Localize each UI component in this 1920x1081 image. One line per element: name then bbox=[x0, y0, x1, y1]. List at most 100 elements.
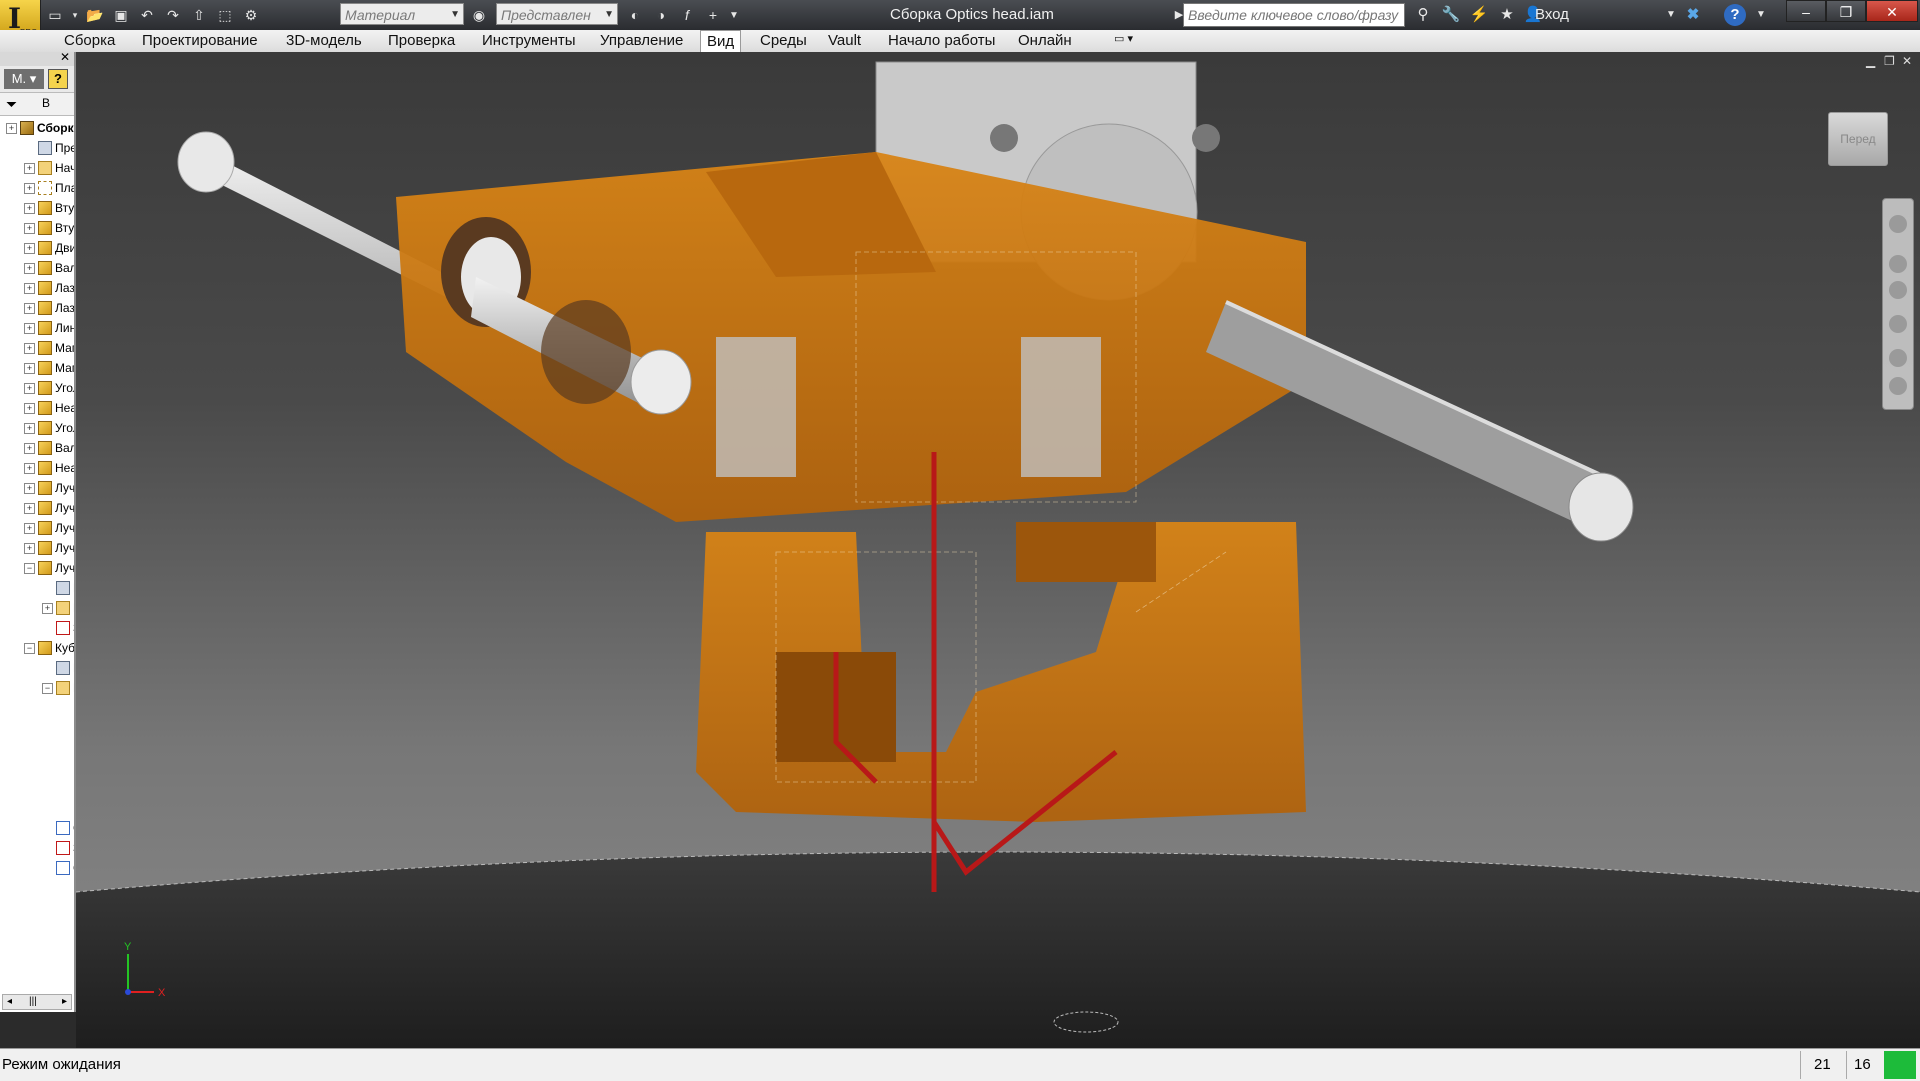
browser-node[interactable]: В bbox=[0, 578, 74, 598]
browser-node[interactable]: З bbox=[0, 618, 74, 638]
help-dropdown-icon[interactable]: ▼ bbox=[1750, 4, 1772, 26]
appearance-combo[interactable]: Представлен ▼ bbox=[496, 3, 618, 25]
expand-icon[interactable]: + bbox=[24, 163, 35, 174]
browser-node[interactable]: + Луч2 bbox=[0, 518, 74, 538]
browser-node[interactable] bbox=[0, 698, 74, 718]
login-dropdown-icon[interactable]: ▼ bbox=[1660, 4, 1682, 26]
tab-assembly[interactable]: Сборка bbox=[58, 32, 121, 49]
expand-icon[interactable]: + bbox=[24, 203, 35, 214]
browser-node[interactable]: + Сборка bbox=[0, 118, 74, 138]
expand-icon[interactable]: + bbox=[24, 283, 35, 294]
browser-node[interactable]: + Втул bbox=[0, 198, 74, 218]
project-icon[interactable]: ⚙ bbox=[240, 4, 262, 26]
help-icon[interactable]: ? bbox=[48, 69, 68, 89]
browser-node[interactable]: + Луч2 bbox=[0, 498, 74, 518]
browser-node[interactable]: + Луч1 bbox=[0, 478, 74, 498]
tab-view[interactable]: Вид bbox=[700, 30, 742, 52]
expand-icon[interactable]: + bbox=[24, 523, 35, 534]
tab-vault[interactable]: Vault bbox=[822, 32, 867, 49]
expand-icon[interactable]: + bbox=[24, 263, 35, 274]
select-icon[interactable]: ⬚ bbox=[214, 4, 236, 26]
binoculars-icon[interactable]: ⚲ bbox=[1412, 4, 1434, 26]
browser-node[interactable]: + Нача bbox=[0, 158, 74, 178]
help-icon[interactable]: ? bbox=[1724, 4, 1746, 26]
close-icon[interactable]: ✕ bbox=[60, 52, 70, 64]
browser-node[interactable]: +Н bbox=[0, 598, 74, 618]
viewcube[interactable]: Перед bbox=[1828, 112, 1888, 166]
login-link[interactable]: Вход bbox=[1535, 6, 1569, 23]
close-button[interactable]: ✕ bbox=[1866, 0, 1918, 22]
browser-node[interactable]: + Угол bbox=[0, 418, 74, 438]
browser-node[interactable]: Пред bbox=[0, 138, 74, 158]
browser-node[interactable]: + Магн bbox=[0, 358, 74, 378]
browser-node[interactable]: + Плас bbox=[0, 178, 74, 198]
steering-wheel-icon[interactable] bbox=[1889, 215, 1907, 233]
appearance-icon[interactable]: ◐ bbox=[624, 4, 646, 26]
viewport-minimize-icon[interactable]: ▁ bbox=[1866, 54, 1875, 68]
browser-node[interactable]: −Н bbox=[0, 678, 74, 698]
look-at-icon[interactable] bbox=[1889, 349, 1907, 367]
browser-node[interactable]: В bbox=[0, 658, 74, 678]
browser-node[interactable] bbox=[0, 758, 74, 778]
expand-icon[interactable]: + bbox=[24, 423, 35, 434]
model-dropdown[interactable]: М. ▾ bbox=[4, 69, 44, 89]
expand-icon[interactable]: + bbox=[6, 123, 17, 134]
browser-node[interactable]: + Лазе bbox=[0, 298, 74, 318]
browser-node[interactable]: + Двиг bbox=[0, 238, 74, 258]
expand-icon[interactable]: + bbox=[24, 443, 35, 454]
browser-node[interactable]: + Линз bbox=[0, 318, 74, 338]
collapse-icon[interactable]: − bbox=[24, 643, 35, 654]
tab-design[interactable]: Проектирование bbox=[136, 32, 264, 49]
collapse-icon[interactable]: − bbox=[42, 683, 53, 694]
viewport-restore-icon[interactable]: ❐ bbox=[1884, 54, 1895, 68]
minimize-button[interactable]: – bbox=[1786, 0, 1826, 22]
expand-icon[interactable]: + bbox=[42, 603, 53, 614]
browser-horizontal-scrollbar[interactable]: ◂ ||| ▸ bbox=[2, 994, 72, 1010]
expand-icon[interactable]: + bbox=[24, 363, 35, 374]
new-icon[interactable]: ▭ bbox=[44, 4, 66, 26]
browser-node[interactable]: + Угол bbox=[0, 378, 74, 398]
add-icon[interactable]: + bbox=[702, 4, 724, 26]
scroll-thumb[interactable]: ||| bbox=[29, 996, 37, 1007]
browser-node[interactable]: + Вал1 bbox=[0, 258, 74, 278]
browser-node[interactable]: З bbox=[0, 838, 74, 858]
undo-icon[interactable]: ↶ bbox=[136, 4, 158, 26]
save-icon[interactable]: ▣ bbox=[110, 4, 132, 26]
tab-inspect[interactable]: Проверка bbox=[382, 32, 461, 49]
expand-icon[interactable]: + bbox=[24, 483, 35, 494]
favorites-icon[interactable]: ★ bbox=[1496, 4, 1518, 26]
browser-node[interactable] bbox=[0, 798, 74, 818]
expand-icon[interactable]: + bbox=[24, 323, 35, 334]
tab-online[interactable]: Онлайн bbox=[1012, 32, 1078, 49]
browser-node[interactable]: + Втул bbox=[0, 218, 74, 238]
ribbon-display-icon[interactable]: ▭ ▾ bbox=[1108, 32, 1139, 45]
new-dropdown-icon[interactable]: ▾ bbox=[70, 4, 80, 26]
browser-node[interactable]: + Неас bbox=[0, 458, 74, 478]
subscription-icon[interactable]: 🔧 bbox=[1440, 4, 1462, 26]
expand-icon[interactable]: + bbox=[24, 543, 35, 554]
tab-tools[interactable]: Инструменты bbox=[476, 32, 582, 49]
expand-icon[interactable]: + bbox=[24, 343, 35, 354]
collapse-icon[interactable]: − bbox=[24, 563, 35, 574]
viewport-close-icon[interactable]: ✕ bbox=[1902, 54, 1912, 68]
browser-view-label[interactable]: В bbox=[42, 96, 50, 110]
scroll-left-icon[interactable]: ◂ bbox=[7, 996, 12, 1007]
material-combo[interactable]: Материал ▼ bbox=[340, 3, 464, 25]
browser-node[interactable]: + Луч2 bbox=[0, 538, 74, 558]
browser-node[interactable]: С bbox=[0, 818, 74, 838]
help-search-input[interactable]: Введите ключевое слово/фразу bbox=[1183, 3, 1405, 27]
exchange-apps-icon[interactable]: ✖ bbox=[1682, 4, 1704, 26]
tab-3d-model[interactable]: 3D-модель bbox=[280, 32, 368, 49]
zoom-window-icon[interactable] bbox=[1889, 377, 1907, 395]
orbit-icon[interactable] bbox=[1889, 315, 1907, 333]
browser-node[interactable]: + Вал1 bbox=[0, 438, 74, 458]
browser-node[interactable]: + Магн bbox=[0, 338, 74, 358]
browser-node[interactable] bbox=[0, 718, 74, 738]
pan-icon[interactable] bbox=[1889, 255, 1907, 273]
expand-icon[interactable]: + bbox=[24, 223, 35, 234]
browser-node[interactable]: С bbox=[0, 858, 74, 878]
tab-manage[interactable]: Управление bbox=[594, 32, 689, 49]
browser-node[interactable]: − Куби bbox=[0, 638, 74, 658]
scroll-right-icon[interactable]: ▸ bbox=[62, 996, 67, 1007]
customize-icon[interactable]: ▼ bbox=[728, 4, 740, 26]
